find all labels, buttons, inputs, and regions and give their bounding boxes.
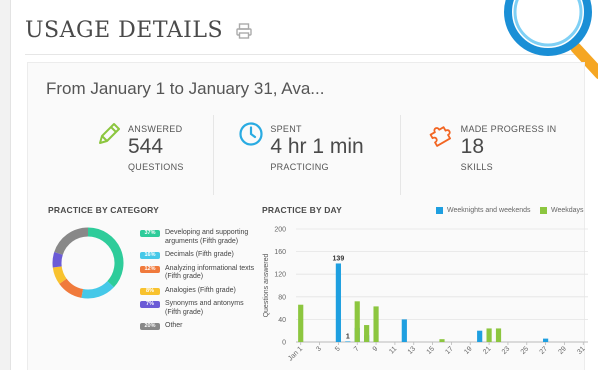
x-tick-label: 9 [372, 345, 380, 353]
bar[interactable] [543, 338, 549, 342]
category-donut-chart [52, 227, 124, 299]
category-percent-badge: 16% [140, 252, 160, 259]
category-percent-badge: 20% [140, 323, 160, 330]
category-percent-badge: 37% [140, 230, 160, 237]
y-tick-label: 40 [278, 317, 286, 324]
category-percent-badge: 8% [140, 287, 160, 295]
stat-value: 4 hr 1 min [270, 135, 364, 158]
pencil-icon [99, 123, 120, 144]
category-legend-item: 12% Analyzing informational texts (Fifth … [140, 265, 260, 282]
category-legend-item: 8% Analogies (Fifth grade) [140, 287, 260, 296]
bar[interactable] [401, 319, 407, 342]
stat-spent: SPENT 4 hr 1 min PRACTICING [214, 115, 401, 195]
x-tick-label: 15 [426, 345, 437, 356]
stat-unit: SKILLS [460, 162, 493, 172]
x-tick-label: 17 [444, 345, 455, 356]
legend-swatch [436, 207, 443, 214]
x-tick-label: 5 [334, 345, 342, 353]
x-tick-label: 21 [482, 345, 493, 356]
category-label: Other [165, 322, 183, 329]
x-tick-label: 27 [539, 345, 550, 356]
x-tick-label: 11 [388, 345, 398, 355]
y-tick-label: 120 [274, 272, 286, 279]
y-axis-label: Questions answered [263, 253, 270, 317]
bar[interactable] [373, 306, 379, 342]
category-label: Analogies (Fifth grade) [165, 286, 236, 294]
clock-icon [239, 122, 263, 146]
report-card: From January 1 to January 31, Ava... ANS… [27, 62, 588, 370]
x-tick-label: 3 [315, 345, 323, 353]
day-section-title: PRACTICE BY DAY [262, 205, 342, 215]
stats-row: ANSWERED 544 QUESTIONS SPENT 4 hr 1 min … [28, 115, 586, 195]
bar[interactable] [439, 339, 445, 342]
x-tick-label: 13 [407, 345, 418, 356]
stat-value: 544 [128, 135, 164, 158]
bar[interactable] [477, 330, 483, 342]
stat-value: 18 [460, 135, 485, 158]
category-percent-badge: 7% [140, 301, 160, 308]
category-percent-badge: 12% [140, 265, 160, 273]
category-legend-item: 37% Developing and supporting arguments (… [140, 229, 260, 246]
category-section-title: PRACTICE BY CATEGORY [48, 205, 160, 215]
y-tick-label: 80 [278, 294, 286, 301]
stat-unit: PRACTICING [270, 162, 329, 172]
y-tick-label: 0 [282, 340, 286, 347]
category-legend: 37% Developing and supporting arguments (… [140, 229, 260, 336]
y-tick-label: 200 [274, 227, 286, 234]
legend-label: Weeknights and weekends [447, 207, 531, 214]
legend-label: Weekdays [551, 207, 584, 214]
stat-unit: QUESTIONS [128, 162, 184, 172]
bar[interactable] [345, 341, 351, 342]
bar[interactable] [298, 304, 304, 342]
stat-progress: MADE PROGRESS IN 18 SKILLS [401, 115, 586, 195]
date-range-text: From January 1 to January 31, Ava... [46, 79, 325, 98]
category-label: Analyzing informational texts (Fifth gra… [165, 264, 255, 281]
data-label: 1 [346, 333, 350, 340]
category-label: Synonyms and antonyms (Fifth grade) [165, 300, 244, 316]
x-tick-label: 7 [353, 345, 361, 353]
legend-swatch [540, 207, 547, 214]
bar[interactable] [495, 328, 502, 342]
usage-details-panel: USAGE DETAILS From January 1 to January … [10, 0, 598, 370]
donut-slice [87, 227, 124, 288]
donut-slice [81, 280, 114, 299]
donut-slice [59, 278, 84, 298]
category-label: Developing and supporting arguments (Fif… [165, 229, 249, 245]
x-tick-label: 19 [463, 345, 474, 356]
bar[interactable] [486, 328, 492, 342]
stat-label: ANSWERED [128, 124, 183, 134]
donut-slice [54, 227, 89, 256]
x-tick-label: 25 [520, 345, 531, 356]
category-label: Decimals (Fifth grade) [165, 251, 234, 258]
category-legend-item: 16% Decimals (Fifth grade) [140, 251, 260, 260]
title-row: USAGE DETAILS [25, 18, 253, 43]
x-tick-label: 29 [557, 345, 568, 356]
data-label: 139 [333, 255, 345, 262]
bar[interactable] [364, 325, 370, 342]
puzzle-icon [429, 126, 451, 147]
y-tick-label: 160 [274, 249, 286, 256]
x-tick-label: Jan 1 [287, 345, 304, 362]
stat-label: SPENT [270, 124, 302, 134]
bar[interactable] [335, 263, 341, 342]
bar[interactable] [354, 301, 360, 342]
category-legend-item: 20% Other [140, 322, 260, 331]
legend-weekdays[interactable]: Weekdays [540, 207, 584, 214]
stat-answered: ANSWERED 544 QUESTIONS [28, 115, 215, 195]
x-tick-label: 31 [576, 345, 587, 356]
donut-slice [52, 266, 67, 284]
legend-weeknights[interactable]: Weeknights and weekends [436, 207, 531, 214]
x-tick-label: 23 [501, 345, 512, 356]
donut-slice [52, 252, 63, 268]
stat-label: MADE PROGRESS IN [460, 124, 557, 134]
category-legend-item: 7% Synonyms and antonyms (Fifth grade) [140, 300, 260, 317]
page-title: USAGE DETAILS [25, 18, 224, 43]
practice-by-day-chart: 04080120160200Questions answered 1391Jan … [263, 227, 588, 363]
printer-icon[interactable] [235, 22, 253, 40]
